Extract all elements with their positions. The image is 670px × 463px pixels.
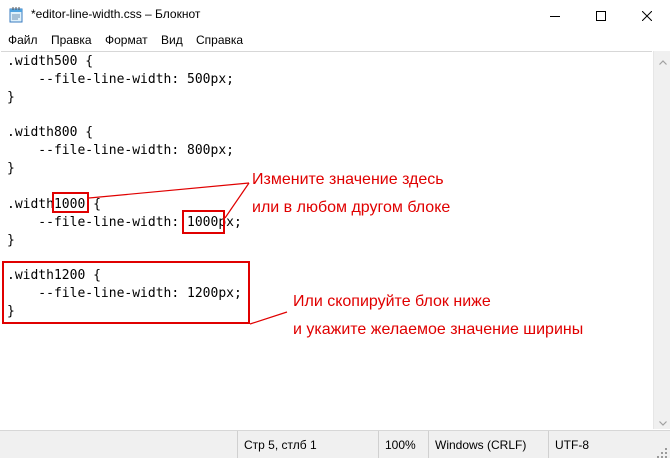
status-line-endings: Windows (CRLF) <box>428 431 548 458</box>
minimize-button[interactable] <box>532 0 578 31</box>
menu-file[interactable]: Файл <box>8 33 38 47</box>
code-line: } <box>7 161 15 176</box>
annotation-change-value-line1: Измените значение здесь <box>252 171 444 188</box>
menu-edit[interactable]: Правка <box>51 33 92 47</box>
status-cursor-position-text: Стр 5, стлб 1 <box>244 437 317 452</box>
code-line: --file-line-width: 800px; <box>7 143 234 158</box>
status-zoom-text: 100% <box>385 437 416 452</box>
close-button[interactable] <box>624 0 670 31</box>
status-line-endings-text: Windows (CRLF) <box>435 437 527 452</box>
highlight-box-block <box>2 261 250 324</box>
annotation-copy-block-line1: Или скопируйте блок ниже <box>293 293 491 310</box>
highlight-box-value <box>182 210 225 234</box>
notepad-icon <box>9 7 23 23</box>
status-bar: Стр 5, стлб 1 100% Windows (CRLF) UTF-8 <box>0 430 670 458</box>
code-line: .width800 { <box>7 125 94 140</box>
annotation-change-value-line2: или в любом другом блоке <box>252 199 451 216</box>
title-bar[interactable]: *editor-line-width.css – Блокнот <box>0 0 670 31</box>
scroll-down-button[interactable] <box>654 412 670 429</box>
close-icon <box>641 6 653 25</box>
code-line: } <box>7 233 15 248</box>
scroll-up-button[interactable] <box>654 51 670 68</box>
code-line: } <box>7 90 15 105</box>
maximize-icon <box>596 6 606 25</box>
status-zoom: 100% <box>378 431 428 458</box>
chevron-down-icon <box>658 411 667 430</box>
status-cursor-position: Стр 5, стлб 1 <box>237 431 378 458</box>
menu-view[interactable]: Вид <box>161 33 183 47</box>
highlight-box-selector <box>52 192 89 213</box>
code-line: .width500 { <box>7 54 94 69</box>
vertical-scrollbar[interactable] <box>653 51 670 429</box>
text-editor[interactable]: .width500 { --file-line-width: 500px; } … <box>1 51 652 430</box>
window-title: *editor-line-width.css – Блокнот <box>31 7 201 21</box>
annotation-copy-block-line2: и укажите желаемое значение ширины <box>293 321 584 338</box>
chevron-up-icon <box>658 50 667 69</box>
status-encoding-text: UTF-8 <box>555 437 589 452</box>
maximize-button[interactable] <box>578 0 624 31</box>
minimize-icon <box>550 6 560 25</box>
menu-help[interactable]: Справка <box>196 33 243 47</box>
resize-grip-icon[interactable] <box>656 444 668 458</box>
menu-bar: Файл Правка Формат Вид Справка <box>0 31 670 50</box>
menu-format[interactable]: Формат <box>105 33 148 47</box>
code-line: --file-line-width: 500px; <box>7 72 234 87</box>
status-encoding: UTF-8 <box>548 431 670 458</box>
